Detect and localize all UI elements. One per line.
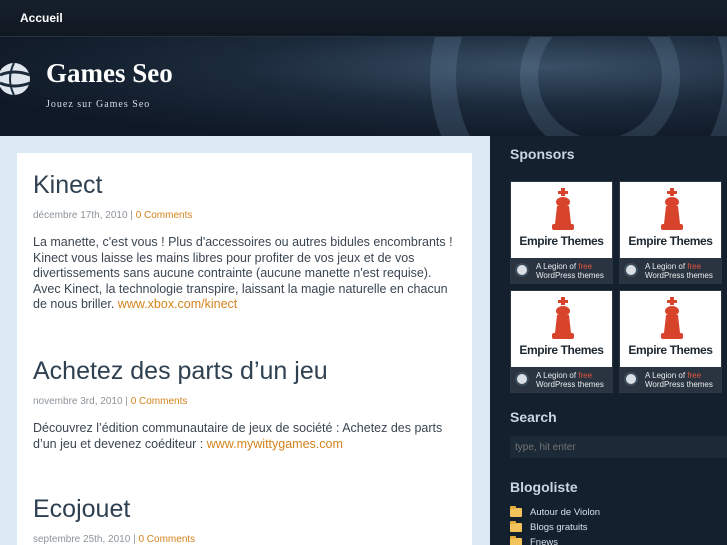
chess-rook-icon xyxy=(552,188,574,230)
post-link[interactable]: www.xbox.com/kinect xyxy=(118,297,237,311)
folder-icon xyxy=(510,506,522,517)
ad-line1: A Legion of free xyxy=(645,371,702,380)
meta-separator: | xyxy=(130,210,133,221)
ad-footer: A Legion of free WordPress themes xyxy=(511,258,612,283)
blogroll-list: Autour de Violon Blogs gratuits Fnews xyxy=(510,506,600,545)
ad-footer: A Legion of free WordPress themes xyxy=(620,367,721,392)
wordpress-icon xyxy=(624,263,638,277)
post: Kinect décembre 17th, 2010 | 0 Comments … xyxy=(33,171,453,313)
ad-line1: A Legion of free xyxy=(536,371,593,380)
sidebar: Sponsors Empire Themes A Legion of free … xyxy=(490,136,727,545)
sponsor-ad[interactable]: Empire Themes A Legion of free WordPress… xyxy=(619,290,722,393)
sponsor-ad[interactable]: Empire Themes A Legion of free WordPress… xyxy=(510,290,613,393)
comments-link[interactable]: 0 Comments xyxy=(138,534,195,545)
nav-home-link[interactable]: Accueil xyxy=(20,11,63,25)
ad-title: Empire Themes xyxy=(628,234,713,248)
blogroll-item[interactable]: Fnews xyxy=(510,536,600,545)
ad-line2: WordPress themes xyxy=(536,380,604,389)
top-nav-bar: Accueil xyxy=(0,0,727,37)
wordpress-icon xyxy=(515,372,529,386)
blogroll-label[interactable]: Fnews xyxy=(530,537,558,545)
folder-icon xyxy=(510,536,522,545)
post-meta: novembre 3rd, 2010 | 0 Comments xyxy=(33,396,453,407)
post-date: septembre 25th, 2010 xyxy=(33,534,131,545)
ad-title: Empire Themes xyxy=(519,234,604,248)
ad-title: Empire Themes xyxy=(628,343,713,357)
comments-link[interactable]: 0 Comments xyxy=(136,210,193,221)
search-heading: Search xyxy=(510,409,557,425)
chess-rook-icon xyxy=(661,188,683,230)
sponsor-ad[interactable]: Empire Themes A Legion of free WordPress… xyxy=(619,181,722,284)
chess-rook-icon xyxy=(552,297,574,339)
post-date: novembre 3rd, 2010 xyxy=(33,396,123,407)
post: Ecojouet septembre 25th, 2010 | 0 Commen… xyxy=(33,495,453,545)
post-meta: septembre 25th, 2010 | 0 Comments xyxy=(33,534,453,545)
site-header: Games Seo Jouez sur Games Seo xyxy=(0,37,727,136)
ad-line2: WordPress themes xyxy=(536,271,604,280)
site-tagline: Jouez sur Games Seo xyxy=(46,99,151,110)
ad-line2: WordPress themes xyxy=(645,380,713,389)
globe-logo-icon[interactable] xyxy=(0,61,36,97)
site-title[interactable]: Games Seo xyxy=(46,58,173,89)
sponsor-ad[interactable]: Empire Themes A Legion of free WordPress… xyxy=(510,181,613,284)
blogroll-label[interactable]: Autour de Violon xyxy=(530,507,600,518)
folder-icon xyxy=(510,521,522,532)
blogroll-label[interactable]: Blogs gratuits xyxy=(530,522,588,533)
meta-separator: | xyxy=(133,534,136,545)
ad-line1: A Legion of free xyxy=(645,262,702,271)
post-title[interactable]: Kinect xyxy=(33,171,453,200)
ad-line2: WordPress themes xyxy=(645,271,713,280)
header-decoration-inner xyxy=(520,37,680,136)
sponsors-heading: Sponsors xyxy=(510,146,575,162)
search-input[interactable] xyxy=(510,436,727,458)
posts-panel: Kinect décembre 17th, 2010 | 0 Comments … xyxy=(17,153,472,545)
post-date: décembre 17th, 2010 xyxy=(33,210,128,221)
post-body: Découvrez l’édition communautaire de jeu… xyxy=(33,421,453,452)
blogroll-item[interactable]: Blogs gratuits xyxy=(510,521,600,537)
post-title[interactable]: Ecojouet xyxy=(33,495,453,524)
post-body: La manette, c'est vous ! Plus d'accessoi… xyxy=(33,235,453,313)
blogroll-heading: Blogoliste xyxy=(510,479,578,495)
post-text: La manette, c'est vous ! Plus d'accessoi… xyxy=(33,235,453,311)
comments-link[interactable]: 0 Comments xyxy=(131,396,188,407)
ad-title: Empire Themes xyxy=(519,343,604,357)
main-content-area: Kinect décembre 17th, 2010 | 0 Comments … xyxy=(0,136,490,545)
post: Achetez des parts d’un jeu novembre 3rd,… xyxy=(33,357,453,452)
ad-line1: A Legion of free xyxy=(536,262,593,271)
wordpress-icon xyxy=(515,263,529,277)
ad-footer: A Legion of free WordPress themes xyxy=(511,367,612,392)
wordpress-icon xyxy=(624,372,638,386)
ad-footer: A Legion of free WordPress themes xyxy=(620,258,721,283)
chess-rook-icon xyxy=(661,297,683,339)
post-link[interactable]: www.mywittygames.com xyxy=(207,437,343,451)
blogroll-item[interactable]: Autour de Violon xyxy=(510,506,600,522)
post-meta: décembre 17th, 2010 | 0 Comments xyxy=(33,210,453,221)
post-title[interactable]: Achetez des parts d’un jeu xyxy=(33,357,453,386)
meta-separator: | xyxy=(125,396,128,407)
